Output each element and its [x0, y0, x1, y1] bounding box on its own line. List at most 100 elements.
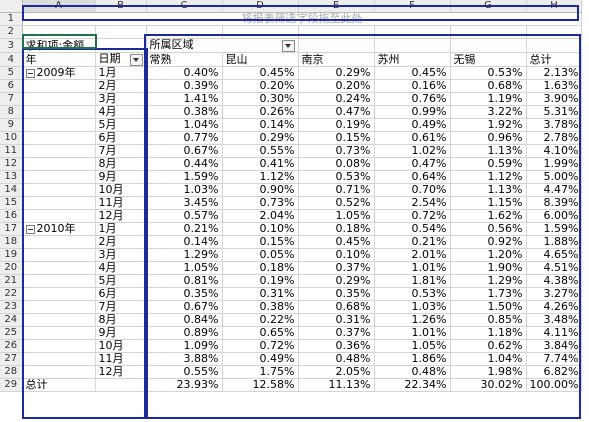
month-label[interactable]: 7月	[95, 144, 147, 158]
value-cell[interactable]: 0.52%	[298, 196, 375, 210]
value-cell[interactable]: 0.81%	[146, 274, 223, 288]
column-field-filter-dropdown[interactable]	[281, 40, 295, 52]
value-cell[interactable]: 0.53%	[450, 66, 527, 80]
value-cell[interactable]: 1.15%	[450, 196, 527, 210]
pivot-column-field[interactable]: 所属区域	[146, 38, 299, 53]
value-cell[interactable]: 1.29%	[450, 274, 527, 288]
value-cell[interactable]: 3.22%	[450, 105, 527, 119]
row-header[interactable]: 23	[0, 300, 23, 314]
row-header[interactable]: 19	[0, 248, 23, 262]
region-header[interactable]: 常熟	[146, 52, 223, 67]
value-cell[interactable]: 1.26%	[374, 313, 451, 327]
value-cell[interactable]: 0.53%	[374, 287, 451, 301]
value-cell[interactable]: 0.29%	[298, 274, 375, 288]
value-cell[interactable]: 1.13%	[450, 183, 527, 197]
value-cell[interactable]: 1.02%	[374, 144, 451, 158]
month-label[interactable]: 6月	[95, 287, 147, 301]
value-cell[interactable]: 0.48%	[374, 365, 451, 379]
year-label-cell[interactable]	[22, 79, 96, 93]
value-cell[interactable]: 0.73%	[298, 144, 375, 158]
value-cell[interactable]: 0.41%	[222, 157, 299, 171]
year-label-cell[interactable]	[22, 131, 96, 145]
value-cell[interactable]: 0.30%	[222, 92, 299, 106]
value-cell[interactable]: 1.05%	[298, 209, 375, 223]
value-cell[interactable]: 0.67%	[146, 144, 223, 158]
value-cell[interactable]: 0.44%	[146, 157, 223, 171]
value-cell[interactable]: 2.01%	[374, 248, 451, 262]
row-header[interactable]: 27	[0, 352, 23, 366]
value-cell[interactable]: 0.16%	[374, 79, 451, 93]
grand-total-value[interactable]: 11.13%	[298, 378, 375, 392]
year-label-cell[interactable]	[22, 352, 96, 366]
value-cell[interactable]: 5.00%	[526, 170, 583, 184]
column-header-a[interactable]: A	[22, 0, 96, 13]
value-cell[interactable]: 1.05%	[374, 339, 451, 353]
value-cell[interactable]: 1.41%	[146, 92, 223, 106]
value-cell[interactable]: 4.11%	[526, 326, 583, 340]
month-label[interactable]: 11月	[95, 352, 147, 366]
value-cell[interactable]: 0.76%	[374, 92, 451, 106]
value-cell[interactable]: 1.63%	[526, 79, 583, 93]
row-header[interactable]: 9	[0, 118, 23, 132]
value-cell[interactable]: 1.04%	[146, 118, 223, 132]
cell[interactable]	[374, 25, 451, 39]
value-cell[interactable]: 0.18%	[298, 222, 375, 236]
year-label-cell[interactable]	[22, 92, 96, 106]
row-header[interactable]: 24	[0, 313, 23, 327]
row-header[interactable]: 13	[0, 170, 23, 184]
month-label[interactable]: 12月	[95, 209, 147, 223]
value-cell[interactable]: 1.01%	[374, 326, 451, 340]
value-cell[interactable]: 3.90%	[526, 92, 583, 106]
value-cell[interactable]: 1.18%	[450, 326, 527, 340]
value-cell[interactable]: 6.82%	[526, 365, 583, 379]
value-cell[interactable]: 4.47%	[526, 183, 583, 197]
value-cell[interactable]: 0.64%	[374, 170, 451, 184]
value-cell[interactable]: 0.26%	[222, 105, 299, 119]
value-cell[interactable]: 0.40%	[146, 66, 223, 80]
row-header[interactable]: 2	[0, 25, 23, 39]
grand-total-value[interactable]: 22.34%	[374, 378, 451, 392]
value-cell[interactable]: 0.56%	[450, 222, 527, 236]
cell[interactable]	[526, 25, 583, 39]
year-label-cell[interactable]	[22, 170, 96, 184]
grand-total-label[interactable]: 总计	[22, 378, 96, 392]
value-cell[interactable]: 0.47%	[298, 105, 375, 119]
value-cell[interactable]: 2.54%	[374, 196, 451, 210]
value-cell[interactable]: 0.89%	[146, 326, 223, 340]
value-cell[interactable]: 1.73%	[450, 287, 527, 301]
row-header[interactable]: 18	[0, 235, 23, 249]
value-cell[interactable]: 0.10%	[222, 222, 299, 236]
value-cell[interactable]: 0.15%	[222, 235, 299, 249]
year-label-cell[interactable]	[22, 300, 96, 314]
row-header[interactable]: 28	[0, 365, 23, 379]
row-header[interactable]: 3	[0, 38, 23, 53]
value-cell[interactable]: 0.68%	[450, 79, 527, 93]
value-cell[interactable]: 1.29%	[146, 248, 223, 262]
value-cell[interactable]: 0.22%	[222, 313, 299, 327]
value-cell[interactable]: 2.78%	[526, 131, 583, 145]
row-header[interactable]: 1	[0, 12, 23, 26]
filter-drop-zone[interactable]: 将报表筛选字段拖至此处	[22, 12, 583, 26]
value-cell[interactable]: 0.70%	[374, 183, 451, 197]
value-cell[interactable]: 1.19%	[450, 92, 527, 106]
month-label[interactable]: 1月	[95, 66, 147, 80]
row-header[interactable]: 15	[0, 196, 23, 210]
value-cell[interactable]: 0.68%	[298, 300, 375, 314]
value-cell[interactable]: 0.92%	[450, 235, 527, 249]
value-cell[interactable]: 0.73%	[222, 196, 299, 210]
value-cell[interactable]: 0.31%	[222, 287, 299, 301]
value-cell[interactable]: 0.72%	[222, 339, 299, 353]
region-header[interactable]: 昆山	[222, 52, 299, 67]
cell[interactable]	[222, 25, 299, 39]
region-header[interactable]: 南京	[298, 52, 375, 67]
column-header-g[interactable]: G	[450, 0, 527, 13]
value-cell[interactable]: 1.05%	[146, 261, 223, 275]
month-label[interactable]: 4月	[95, 105, 147, 119]
value-cell[interactable]: 4.26%	[526, 300, 583, 314]
month-label[interactable]: 5月	[95, 274, 147, 288]
value-cell[interactable]: 0.49%	[374, 118, 451, 132]
row-header[interactable]: 14	[0, 183, 23, 197]
region-header[interactable]: 无锡	[450, 52, 527, 67]
value-cell[interactable]: 1.99%	[526, 157, 583, 171]
value-cell[interactable]: 1.98%	[450, 365, 527, 379]
